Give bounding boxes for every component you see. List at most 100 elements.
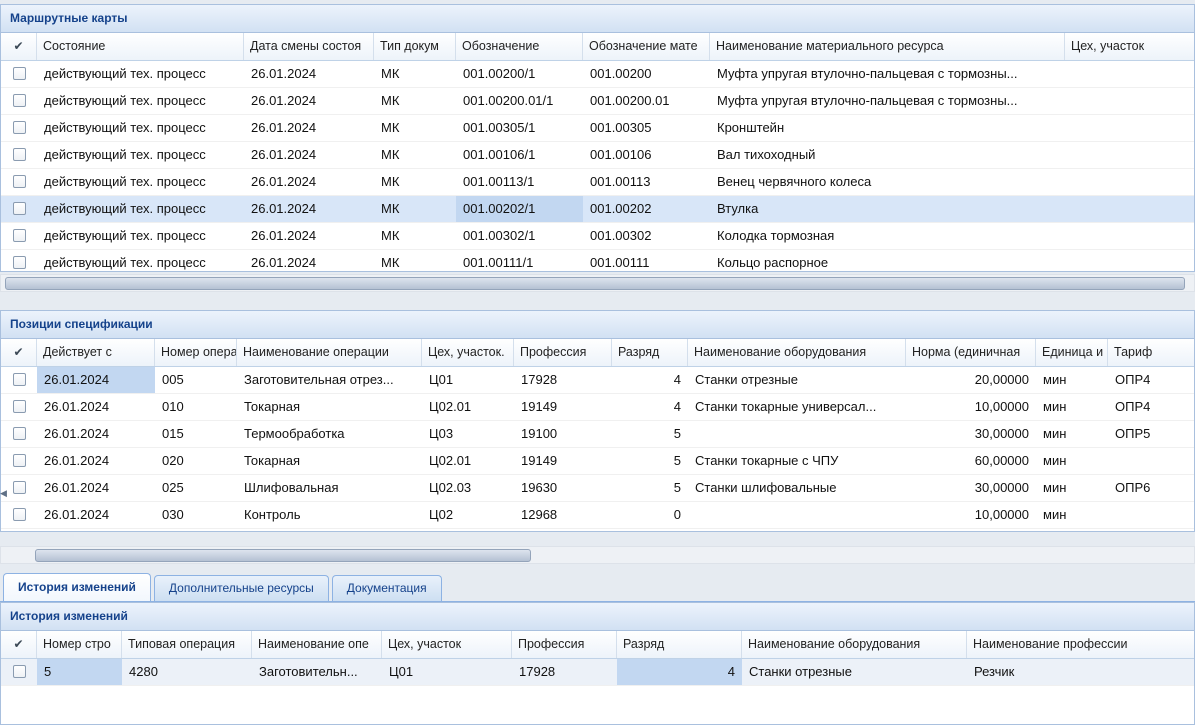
row-checkbox[interactable] [13,202,26,215]
grid-cell[interactable]: 12968 [514,502,612,528]
grid-cell[interactable] [1065,196,1194,222]
column-header[interactable]: Действует с [37,339,155,366]
grid-cell[interactable]: 030 [155,502,237,528]
grid-cell[interactable]: 26.01.2024 [244,88,374,114]
grid-cell[interactable]: Станки токарные с ЧПУ [688,448,906,474]
grid-cell[interactable]: 001.00202/1 [456,196,583,222]
table-row[interactable]: 26.01.2024020ТокарнаяЦ02.01191495Станки … [1,448,1194,475]
grid-cell[interactable]: Станки токарные универсал... [688,394,906,420]
row-checkbox[interactable] [13,665,26,678]
column-header[interactable]: Номер опера [155,339,237,366]
grid-cell[interactable]: Токарная [237,448,422,474]
grid-cell[interactable]: 001.00106 [583,142,710,168]
grid-cell[interactable]: МК [374,196,456,222]
grid-cell[interactable]: 26.01.2024 [244,61,374,87]
grid-cell[interactable]: Ц03 [422,421,514,447]
grid-cell[interactable]: 10,00000 [906,502,1036,528]
column-header[interactable]: Норма (единичная [906,339,1036,366]
grid-cell[interactable]: 19149 [514,448,612,474]
scrollbar-thumb[interactable] [35,549,531,562]
tab-2[interactable]: Дополнительные ресурсы [154,575,329,601]
table-row[interactable]: действующий тех. процесс26.01.2024МК001.… [1,142,1194,169]
grid-cell[interactable]: мин [1036,502,1108,528]
column-header[interactable]: Профессия [514,339,612,366]
grid-cell[interactable]: Токарная [237,394,422,420]
column-header[interactable]: Тариф [1108,339,1194,366]
grid-cell[interactable]: Шлифовальная [237,475,422,501]
collapse-left-icon[interactable]: ◀ [0,479,11,507]
grid-cell[interactable]: действующий тех. процесс [37,223,244,249]
column-header[interactable]: Тип докум [374,33,456,60]
column-header[interactable]: Цех, участок. [422,339,514,366]
grid-cell[interactable] [1065,250,1194,272]
grid-cell[interactable]: МК [374,169,456,195]
grid-cell[interactable]: Вал тихоходный [710,142,1065,168]
grid-cell[interactable] [1108,502,1194,528]
row-checkbox[interactable] [13,94,26,107]
grid-cell[interactable]: 5 [612,475,688,501]
grid-cell[interactable]: 4 [612,394,688,420]
grid-cell[interactable]: действующий тех. процесс [37,61,244,87]
grid-cell[interactable]: 10,00000 [906,394,1036,420]
grid-cell[interactable]: 0 [612,502,688,528]
grid-cell[interactable]: 001.00302 [583,223,710,249]
grid-cell[interactable]: ОПР5 [1108,421,1194,447]
select-all-check-icon[interactable]: ✔ [1,33,37,60]
grid-cell[interactable]: 5 [612,421,688,447]
grid-cell[interactable]: МК [374,223,456,249]
grid-cell[interactable]: 025 [155,475,237,501]
tab-3[interactable]: Документация [332,575,442,601]
table-row[interactable]: 26.01.2024005Заготовительная отрез...Ц01… [1,367,1194,394]
grid-cell[interactable]: Колодка тормозная [710,223,1065,249]
row-checkbox[interactable] [13,175,26,188]
column-header[interactable]: Разряд [617,631,742,658]
column-header[interactable]: Наименование материального ресурса [710,33,1065,60]
grid-cell[interactable]: 001.00200 [583,61,710,87]
grid-cell[interactable]: 26.01.2024 [37,502,155,528]
grid-cell[interactable]: 17928 [512,659,617,685]
grid-cell[interactable]: 015 [155,421,237,447]
grid-cell[interactable] [688,502,906,528]
grid-cell[interactable]: 001.00113/1 [456,169,583,195]
column-header[interactable]: Обозначение мате [583,33,710,60]
column-header[interactable]: Наименование профессии [967,631,1194,658]
grid-cell[interactable]: 26.01.2024 [244,115,374,141]
row-checkbox[interactable] [13,148,26,161]
grid-cell[interactable]: 001.00200.01/1 [456,88,583,114]
select-all-check-icon[interactable]: ✔ [1,631,37,658]
grid-cell[interactable]: Станки отрезные [742,659,967,685]
grid-cell[interactable]: МК [374,115,456,141]
grid-cell[interactable]: 26.01.2024 [244,250,374,272]
grid-cell[interactable]: Контроль [237,502,422,528]
table-row[interactable]: действующий тех. процесс26.01.2024МК001.… [1,61,1194,88]
grid-cell[interactable]: 26.01.2024 [244,169,374,195]
grid-cell[interactable]: 001.00305 [583,115,710,141]
grid-cell[interactable]: 001.00200/1 [456,61,583,87]
grid-cell[interactable]: 19149 [514,394,612,420]
grid-cell[interactable]: мин [1036,448,1108,474]
grid-cell[interactable]: 010 [155,394,237,420]
table-row[interactable]: действующий тех. процесс26.01.2024МК 001.… [1,115,1194,142]
grid-cell[interactable]: 20,00000 [906,367,1036,393]
grid-cell[interactable]: 26.01.2024 [37,475,155,501]
grid-cell[interactable]: 001.00111 [583,250,710,272]
grid-cell[interactable]: 26.01.2024 [244,196,374,222]
grid-cell[interactable]: Муфта упругая втулочно-пальцевая с тормо… [710,61,1065,87]
column-header[interactable]: Разряд [612,339,688,366]
route-maps-hscrollbar[interactable] [0,274,1195,292]
grid-cell[interactable]: 26.01.2024 [244,142,374,168]
grid-cell[interactable]: действующий тех. процесс [37,196,244,222]
grid-cell[interactable]: действующий тех. процесс [37,115,244,141]
grid-cell[interactable] [1065,88,1194,114]
table-row[interactable]: 54280Заготовительн...Ц01179284Станки отр… [1,659,1194,686]
grid-cell[interactable]: 4 [617,659,742,685]
grid-cell[interactable]: 30,00000 [906,421,1036,447]
column-header[interactable]: Цех, участок [382,631,512,658]
column-header[interactable]: Типовая операция [122,631,252,658]
grid-cell[interactable]: 60,00000 [906,448,1036,474]
grid-cell[interactable]: действующий тех. процесс [37,88,244,114]
table-row[interactable]: 26.01.2024010ТокарнаяЦ02.01191494Станки … [1,394,1194,421]
grid-cell[interactable] [1065,169,1194,195]
table-row[interactable]: действующий тех. процесс26.01.2024МК001.… [1,250,1194,272]
column-header[interactable]: Дата смены состоя [244,33,374,60]
